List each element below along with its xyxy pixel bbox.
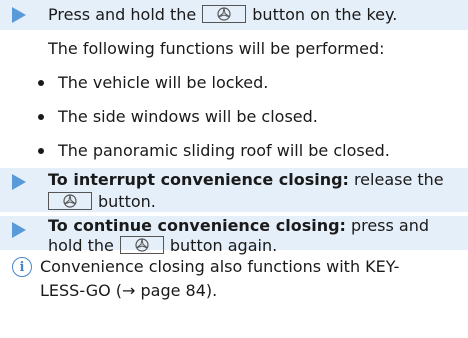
mercedes-star-key-icon xyxy=(202,5,247,23)
step-2-line-1: To interrupt convenience closing: releas… xyxy=(48,168,444,192)
step-arrow-icon xyxy=(12,174,26,190)
bullet-text: The side windows will be closed. xyxy=(58,107,318,126)
step-arrow-icon xyxy=(12,7,26,23)
instruction-page: Press and hold the button on the key. Th… xyxy=(0,0,468,338)
step-1-line: Press and hold the button on the key. xyxy=(48,0,397,30)
bullet-dot-icon xyxy=(38,80,44,86)
step-2-text: release the xyxy=(353,170,444,189)
bullet-item: The side windows will be closed. xyxy=(58,102,318,132)
bullet-item: The panoramic sliding roof will be close… xyxy=(58,136,390,166)
info-icon: i xyxy=(12,257,32,277)
step-3-text: press and xyxy=(350,216,430,235)
step-2-heading: To interrupt convenience closing: xyxy=(48,170,349,189)
mercedes-star-key-icon xyxy=(119,236,164,254)
mercedes-star-key-icon xyxy=(48,192,92,210)
step-3-text-after: button again. xyxy=(169,236,278,255)
bullet-dot-icon xyxy=(38,114,44,120)
bullet-text: The vehicle will be locked. xyxy=(58,73,269,92)
bullet-dot-icon xyxy=(38,148,44,154)
note-text-1: Convenience closing also functions with … xyxy=(40,257,400,276)
mercedes-star-icon xyxy=(63,194,77,208)
note-line-2: LESS-GO (→ page 84). xyxy=(40,279,217,303)
step-1-intro: The following functions will be performe… xyxy=(48,34,385,64)
bullet-text: The panoramic sliding roof will be close… xyxy=(58,141,390,160)
step-2-line-2: button. xyxy=(42,190,156,214)
step-arrow-icon xyxy=(12,222,26,238)
step-1-text-before: Press and hold the xyxy=(48,5,197,24)
step-3-text-before: hold the xyxy=(48,236,114,255)
step-2-text-after: button. xyxy=(98,192,156,211)
step-3-heading: To continue convenience closing: xyxy=(48,216,346,235)
intro-text: The following functions will be performe… xyxy=(48,39,385,58)
note-line-1: Convenience closing also functions with … xyxy=(40,255,399,279)
note-text-2: LESS-GO (→ page 84). xyxy=(40,281,218,300)
step-1-text-after: button on the key. xyxy=(252,5,398,24)
bullet-item: The vehicle will be locked. xyxy=(58,68,268,98)
mercedes-star-icon xyxy=(217,7,231,21)
mercedes-star-icon xyxy=(135,238,149,252)
